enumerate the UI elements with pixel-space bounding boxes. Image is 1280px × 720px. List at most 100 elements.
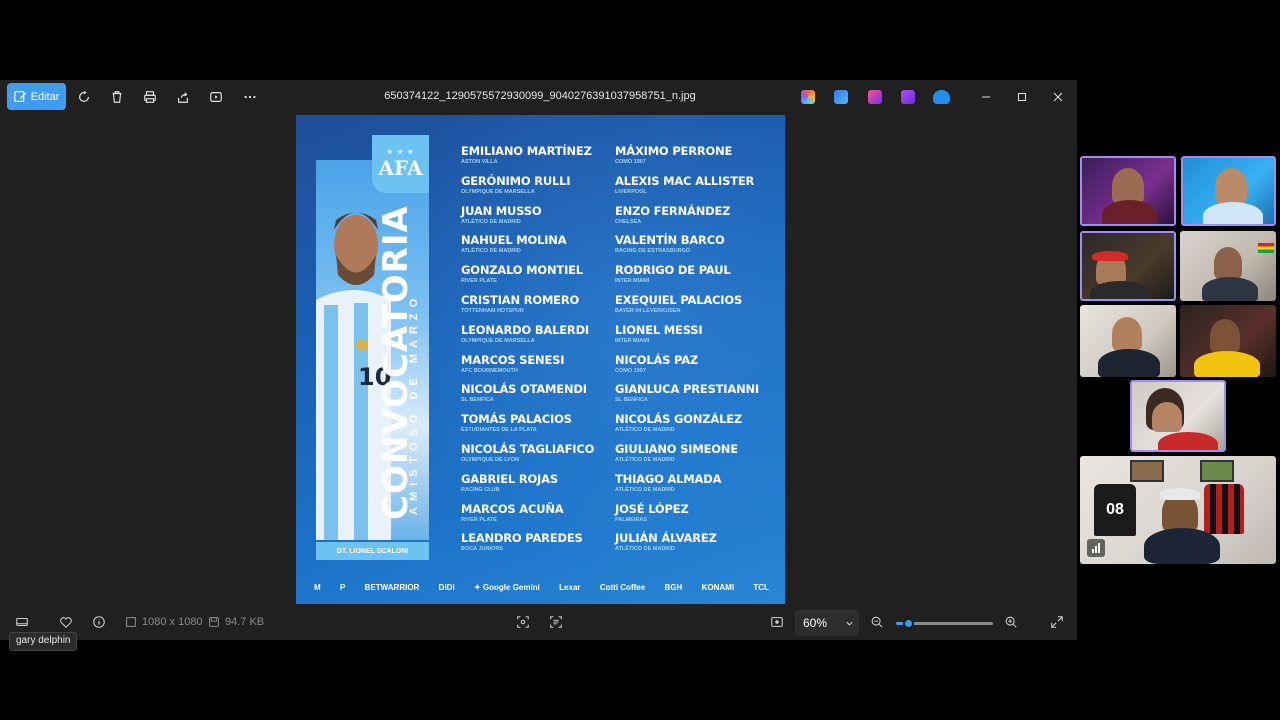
afa-logo-text: AFA xyxy=(378,156,423,180)
player-club: INTER MIAMI xyxy=(615,337,650,344)
roster-entry: EXEQUIEL PALACIOS BAYER 04 LEVERKUSEN xyxy=(615,293,775,323)
create-icon[interactable] xyxy=(901,90,915,104)
streamer xyxy=(1214,247,1242,279)
zoom-out-button[interactable] xyxy=(870,615,884,629)
tooltip: gary delphin xyxy=(9,632,78,651)
wall-frame xyxy=(1130,460,1164,482)
streamer xyxy=(1215,168,1247,204)
trash-icon xyxy=(112,91,122,103)
player-club: RACING CLUB xyxy=(461,486,500,493)
player-name: JULIÁN ÁLVAREZ xyxy=(615,531,717,546)
roster-entry: JULIÁN ÁLVAREZ ATLÉTICO DE MADRID xyxy=(615,531,775,561)
sponsor-logo: DiDi xyxy=(438,582,455,592)
player-name: CRISTIAN ROMERO xyxy=(461,292,580,307)
favorite-button[interactable] xyxy=(59,615,73,629)
info-button[interactable] xyxy=(92,615,106,629)
text-scan-button[interactable] xyxy=(549,615,563,629)
sponsor-logo: TCL xyxy=(753,582,769,592)
sponsor-logo: M xyxy=(314,582,321,592)
roster-entry: GABRIEL ROJAS RACING CLUB xyxy=(461,472,621,502)
minimize-icon xyxy=(982,96,990,98)
rotate-button[interactable] xyxy=(71,84,97,110)
streamer-shirt xyxy=(1203,202,1263,224)
player-name: MARCOS ACUÑA xyxy=(461,501,564,516)
roster-entry: NAHUEL MOLINA ATLÉTICO DE MADRID xyxy=(461,233,621,263)
fit-to-window-button[interactable] xyxy=(770,615,784,629)
fullscreen-button[interactable] xyxy=(1050,615,1064,629)
flag-icon xyxy=(1258,243,1274,253)
roster-entry: GIULIANO SIMEONE ATLÉTICO DE MADRID xyxy=(615,442,775,472)
roster-right-column: MÁXIMO PERRONE COMO 1907 ALEXIS MAC ALLIST… xyxy=(615,144,775,561)
displayed-image[interactable]: 10 ★ ★ ★ AFA CONVOCATORIA AMISTOSO DE MA… xyxy=(296,115,785,604)
roster-entry: GERÓNIMO RULLI OLYMPIQUE DE MARSELLA xyxy=(461,174,621,204)
share-button[interactable] xyxy=(170,84,196,110)
delete-button[interactable] xyxy=(104,84,130,110)
sponsor-strip: M P BETWARRIOR DiDi ✦ Google Gemini Lexar Cott… xyxy=(314,578,769,596)
player-club: RACING DE ESTRASBURGO xyxy=(615,248,691,255)
more-icon xyxy=(244,95,256,99)
player-club: SL BENFICA xyxy=(615,397,648,404)
roster-entry: NICOLÁS OTAMENDI SL BENFICA xyxy=(461,382,621,412)
player-name: EXEQUIEL PALACIOS xyxy=(615,292,743,307)
player-name: NICOLÁS GONZÁLEZ xyxy=(615,412,743,427)
zoom-slider-thumb[interactable] xyxy=(902,618,914,629)
roster-entry: JUAN MUSSO ATLÉTICO DE MADRID xyxy=(461,204,621,234)
edit-icon xyxy=(13,91,26,102)
zoom-slider[interactable] xyxy=(896,618,993,629)
file-size-text: 94.7 KB xyxy=(225,616,265,628)
clipchamp-icon[interactable] xyxy=(868,90,882,104)
player-club: PALMEIRAS xyxy=(615,516,647,523)
webcam-tile xyxy=(1181,156,1276,226)
roster-left-column: EMILIANO MARTÍNEZ ASTON VILLA GERÓNIMO RUL… xyxy=(461,144,621,561)
expand-icon xyxy=(1051,616,1063,628)
jersey-on-wall: 08 xyxy=(1094,484,1136,536)
roster-entry: GONZALO MONTIEL RIVER PLATE xyxy=(461,263,621,293)
streamer-shirt xyxy=(1158,432,1218,450)
slideshow-button[interactable] xyxy=(203,84,229,110)
maximize-button[interactable] xyxy=(1012,88,1032,106)
more-options-button[interactable] xyxy=(237,84,263,110)
player-name: LEONARDO BALERDI xyxy=(461,322,589,337)
image-dimensions: 1080 x 1080 xyxy=(124,615,203,629)
player-name: GERÓNIMO RULLI xyxy=(461,173,571,188)
roster-entry: VALENTÍN BARCO RACING DE ESTRASBURGO xyxy=(615,233,775,263)
player-club: RIVER PLATE xyxy=(461,278,497,285)
webcam-tile xyxy=(1080,305,1176,377)
edit-button[interactable]: Editar xyxy=(7,83,66,110)
player-club: BOCA JUNIORS xyxy=(461,546,503,553)
player-name: JOSÉ LÓPEZ xyxy=(615,501,689,516)
player-club: ATLÉTICO DE MADRID xyxy=(461,248,521,255)
sponsor-logo: KONAMI xyxy=(701,582,735,592)
visual-search-button[interactable] xyxy=(516,615,530,629)
roster-entry: CRISTIAN ROMERO TOTTENHAM HOTSPUR xyxy=(461,293,621,323)
onedrive-icon[interactable] xyxy=(933,90,950,104)
webcam-tile xyxy=(1180,231,1276,301)
player-club: CHELSEA xyxy=(615,218,642,225)
roster-entry: EMILIANO MARTÍNEZ ASTON VILLA xyxy=(461,144,621,174)
player-name: NICOLÁS TAGLIAFICO xyxy=(461,441,595,456)
player-name: MÁXIMO PERRONE xyxy=(615,144,733,158)
close-button[interactable] xyxy=(1048,88,1068,106)
filmstrip-button[interactable] xyxy=(15,615,29,629)
streamer-face xyxy=(1152,402,1182,432)
print-button[interactable] xyxy=(137,84,163,110)
roster-entry: LIONEL MESSI INTER MIAMI xyxy=(615,323,775,353)
sponsor-logo: BGH xyxy=(664,582,683,592)
zoom-dropdown[interactable]: 60% xyxy=(795,610,859,636)
minimize-button[interactable] xyxy=(976,88,996,106)
player-name: THIAGO ALMADA xyxy=(615,471,722,486)
copilot-icon[interactable] xyxy=(801,90,815,104)
sponsor-logo: ✦ Google Gemini xyxy=(474,582,540,592)
roster-entry: MÁXIMO PERRONE COMO 1907 xyxy=(615,144,775,174)
wall-frame xyxy=(1200,460,1234,482)
player-club: ATLÉTICO DE MADRID xyxy=(615,456,675,463)
webcam-tile xyxy=(1130,380,1226,452)
player-club: RIVER PLATE xyxy=(461,516,497,523)
zoom-in-button[interactable] xyxy=(1004,615,1018,629)
player-name: EMILIANO MARTÍNEZ xyxy=(461,144,592,158)
designer-icon[interactable] xyxy=(834,90,848,104)
streamer xyxy=(1112,317,1142,351)
rotate-icon xyxy=(79,90,89,102)
roster-entry: MARCOS SENESI AFC BOURNEMOUTH xyxy=(461,353,621,383)
streamer-shirt xyxy=(1102,200,1157,224)
